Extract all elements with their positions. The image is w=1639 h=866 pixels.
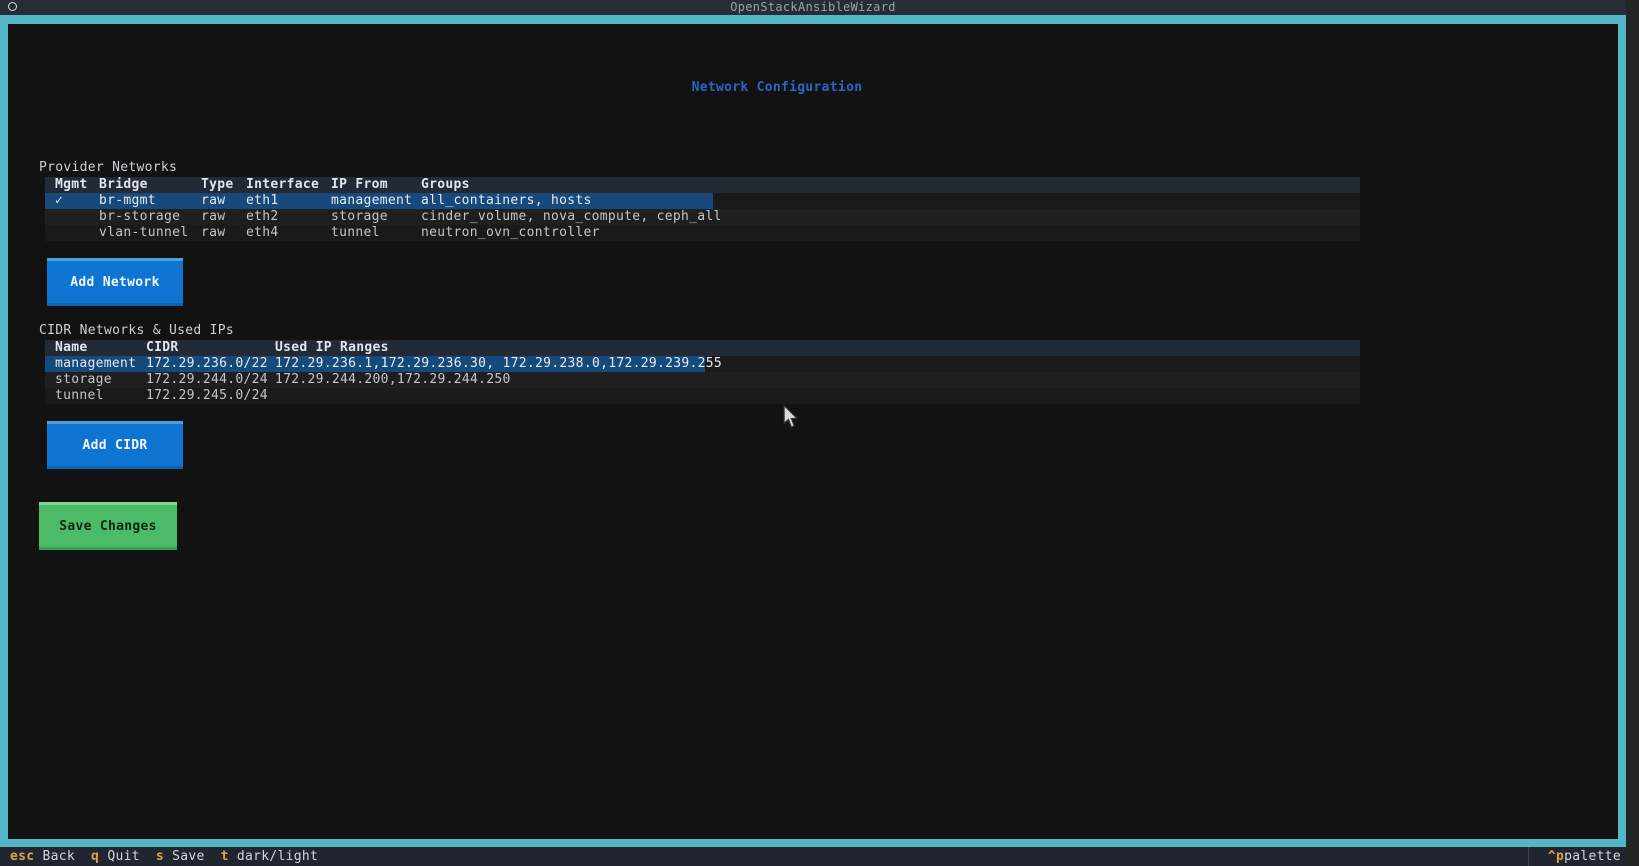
arrow-cursor: [783, 405, 799, 428]
column-header: Interface: [246, 177, 320, 192]
cidr-networks-label: CIDR Networks & Used IPs: [39, 323, 235, 338]
cell-ip-from: storage: [331, 209, 388, 224]
add-cidr-button[interactable]: Add CIDR: [47, 421, 183, 469]
cell-bridge: vlan-tunnel: [99, 225, 189, 240]
save-changes-button[interactable]: Save Changes: [39, 502, 177, 550]
footer-hints: esc Back q Quit s Save t dark/light: [10, 847, 334, 866]
cell-ip-from: management: [331, 193, 413, 208]
column-header: Bridge: [99, 177, 148, 192]
cell-cidr: 172.29.236.0/22: [146, 356, 268, 371]
provider-table-header: Mgmt Bridge Type Interface IP From Group…: [45, 177, 1360, 193]
window-titlebar: OpenStackAnsibleWizard: [0, 0, 1626, 15]
column-header: Name: [55, 340, 88, 355]
column-header: IP From: [331, 177, 388, 192]
circle-icon[interactable]: [8, 2, 17, 11]
hint-theme-toggle[interactable]: t dark/light: [221, 847, 319, 866]
column-header: Groups: [421, 177, 470, 192]
cell-cidr: 172.29.244.0/24: [146, 372, 268, 387]
app-frame: Network Configuration Provider Networks …: [0, 15, 1626, 847]
cell-groups: cinder_volume, nova_compute, ceph_all: [421, 209, 722, 224]
cell-groups: all_containers, hosts: [421, 193, 592, 208]
cell-ranges: [275, 388, 1360, 404]
cell-bridge: br-storage: [99, 209, 181, 224]
cell-ranges: 172.29.236.1,172.29.236.30, 172.29.238.0…: [275, 356, 722, 371]
cell-ranges: 172.29.244.200,172.29.244.250: [275, 372, 511, 387]
column-header: CIDR: [146, 340, 179, 355]
cell-name: tunnel: [55, 388, 104, 403]
cell-mgmt: [55, 225, 99, 241]
column-header: Type: [201, 177, 234, 192]
cell-mgmt: [55, 209, 99, 225]
table-row[interactable]: tunnel 172.29.245.0/24: [45, 388, 1360, 404]
add-network-button[interactable]: Add Network: [47, 258, 183, 306]
cell-type: raw: [201, 209, 226, 224]
cell-interface: eth2: [246, 209, 279, 224]
table-row[interactable]: management 172.29.236.0/22 172.29.236.1,…: [45, 356, 1360, 372]
cell-name: storage: [55, 372, 112, 387]
cell-name: management: [55, 356, 137, 371]
column-header: Mgmt: [55, 177, 88, 192]
cell-groups: neutron_ovn_controller: [421, 225, 600, 240]
cell-ip-from: tunnel: [331, 225, 380, 240]
provider-networks-label: Provider Networks: [39, 160, 178, 175]
window-title: OpenStackAnsibleWizard: [730, 0, 896, 14]
footer-keybar: esc Back q Quit s Save t dark/light ^p p…: [0, 847, 1626, 866]
table-row[interactable]: br-storage raw eth2 storage cinder_volum…: [45, 209, 1360, 225]
cell-cidr: 172.29.245.0/24: [146, 388, 268, 403]
footer-divider: [1528, 847, 1529, 866]
cidr-table-header: Name CIDR Used IP Ranges: [45, 340, 1360, 356]
hint-save[interactable]: s Save: [156, 847, 205, 866]
provider-networks-table: Mgmt Bridge Type Interface IP From Group…: [45, 177, 1360, 241]
cell-type: raw: [201, 225, 226, 240]
column-header: Used IP Ranges: [275, 340, 389, 355]
cell-type: raw: [201, 193, 226, 208]
table-row[interactable]: vlan-tunnel raw eth4 tunnel neutron_ovn_…: [45, 225, 1360, 241]
table-row[interactable]: storage 172.29.244.0/24 172.29.244.200,1…: [45, 372, 1360, 388]
hint-quit[interactable]: q Quit: [91, 847, 140, 866]
checkmark-icon: ✓: [55, 193, 64, 208]
terminal-window: OpenStackAnsibleWizard Network Configura…: [0, 0, 1639, 866]
table-row[interactable]: ✓ br-mgmt raw eth1 management all_contai…: [45, 193, 1360, 209]
cell-bridge: br-mgmt: [99, 193, 156, 208]
page-title: Network Configuration: [691, 80, 863, 95]
hint-palette[interactable]: ^p palette: [1548, 847, 1621, 866]
hint-back[interactable]: esc Back: [10, 847, 75, 866]
desktop-margin: [1626, 0, 1639, 866]
cidr-networks-table: Name CIDR Used IP Ranges management 172.…: [45, 340, 1360, 404]
cell-interface: eth4: [246, 225, 279, 240]
cell-interface: eth1: [246, 193, 279, 208]
